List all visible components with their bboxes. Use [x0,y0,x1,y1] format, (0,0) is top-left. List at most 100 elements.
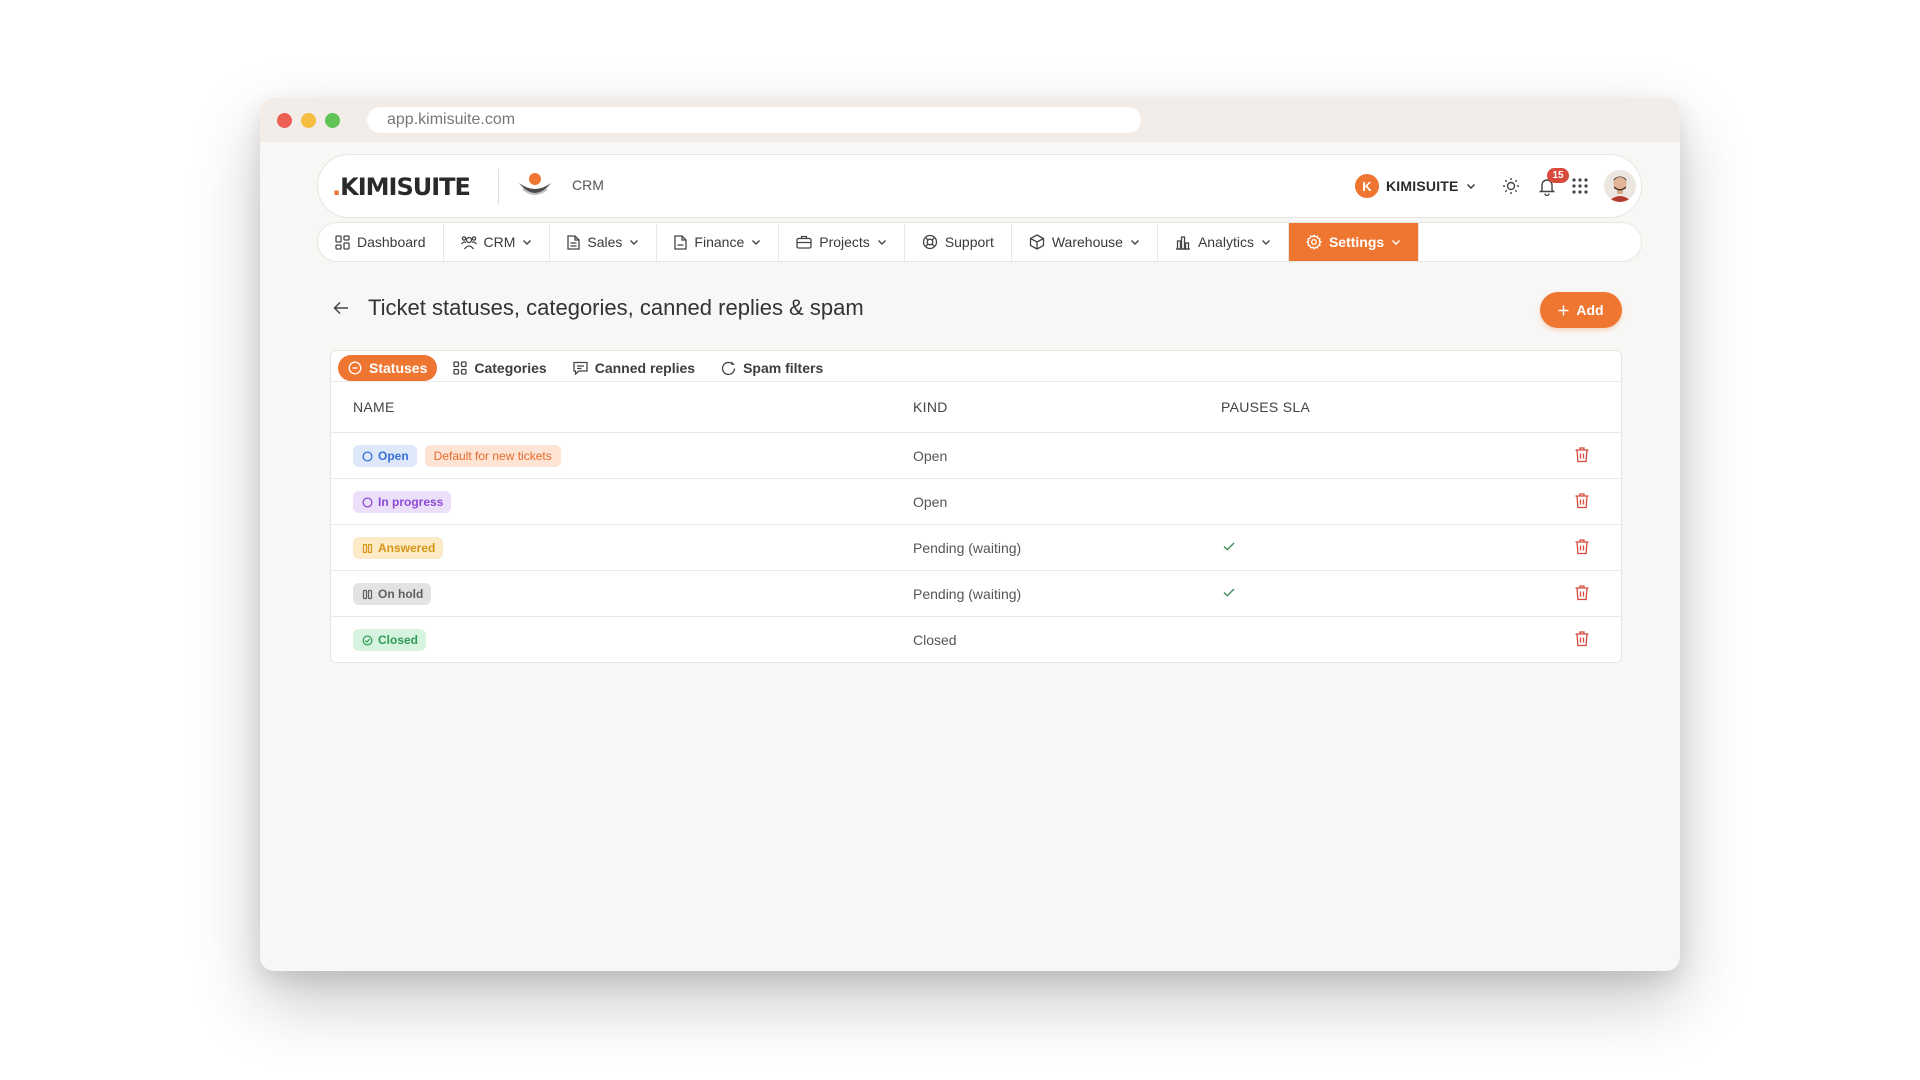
default-status-badge: Default for new tickets [424,445,561,467]
minimize-window-button[interactable] [301,113,316,128]
tab-spam-filters[interactable]: Spam filters [711,355,833,381]
table-row[interactable]: In progress Open [331,479,1621,525]
nav-label: Dashboard [357,234,426,250]
chevron-down-icon [523,240,532,245]
status-name-cell: On hold [353,583,432,605]
status-label: Open [378,449,409,463]
statuses-panel: Statuses Categories Canned replies Spam … [330,350,1622,663]
message-icon [573,361,588,375]
back-arrow-icon[interactable] [330,297,352,319]
nav-item-warehouse[interactable]: Warehouse [1012,223,1158,261]
pause-icon [362,589,373,599]
column-header-pauses-sla[interactable]: PAUSES SLA [1221,399,1310,415]
chevron-down-icon [1130,240,1139,245]
check-circle-icon [362,634,373,646]
notifications-bell-icon[interactable]: 15 [1535,168,1569,198]
pause-icon [362,543,373,553]
status-badge-answered[interactable]: Answered [353,537,444,559]
tab-categories[interactable]: Categories [443,355,556,381]
tab-statuses[interactable]: Statuses [338,355,438,381]
org-name: KIMISUITE [1386,178,1459,194]
nav-item-dashboard[interactable]: Dashboard [318,223,444,261]
chevron-down-icon [1392,240,1401,245]
chevron-down-icon [752,240,761,245]
maximize-window-button[interactable] [325,113,340,128]
nav-label: Analytics [1197,234,1254,250]
nav-item-crm[interactable]: CRM [444,223,551,261]
app-label: CRM [572,177,604,193]
dashboard-icon [335,234,350,250]
status-name-cell: Answered [353,537,444,559]
pauses-sla-check-icon [1221,538,1237,559]
column-header-kind[interactable]: KIND [913,399,948,415]
document-icon [567,234,581,250]
nav-item-sales[interactable]: Sales [550,223,658,261]
address-bar[interactable]: app.kimisuite.com [367,107,1141,133]
status-badge-closed[interactable]: Closed [353,629,427,651]
kind-cell: Pending (waiting) [913,540,1022,556]
nav-item-analytics[interactable]: Analytics [1158,223,1289,261]
user-avatar[interactable] [1604,170,1636,202]
nav-item-finance[interactable]: Finance [657,223,780,261]
delete-trash-icon[interactable] [1574,584,1590,606]
status-label: Closed [378,633,419,647]
nav-label: Finance [694,234,745,250]
theme-toggle-sun-icon[interactable] [1499,174,1523,198]
kind-cell: Open [913,448,948,464]
table-row[interactable]: Open Default for new tickets Open [331,433,1621,479]
apps-grid-icon[interactable] [1568,174,1592,198]
logo-text: KIMISUITE [340,173,471,201]
add-button-label: Add [1576,302,1604,318]
org-avatar: K [1355,174,1379,198]
nav-label: Sales [587,234,623,250]
chevron-down-icon [630,240,639,245]
status-badge-open[interactable]: Open [353,445,417,467]
kind-cell: Closed [913,632,957,648]
status-badge-on-hold[interactable]: On hold [353,583,432,605]
close-window-button[interactable] [277,113,292,128]
tab-label: Statuses [369,360,428,376]
spam-filter-icon [722,361,736,375]
pauses-sla-check-icon [1221,584,1237,605]
status-badge-in-progress[interactable]: In progress [353,491,452,513]
delete-trash-icon[interactable] [1574,492,1590,514]
table-row[interactable]: Answered Pending (waiting) [331,525,1621,571]
nav-item-support[interactable]: Support [905,223,1012,261]
file-icon [674,234,688,250]
kimisuite-logo[interactable]: .KIMISUITE [332,173,471,201]
delete-trash-icon[interactable] [1574,630,1590,652]
add-button[interactable]: Add [1540,292,1622,328]
chevron-down-icon [877,240,886,245]
bar-chart-icon [1175,235,1190,250]
table-row[interactable]: On hold Pending (waiting) [331,571,1621,617]
main-navigation: Dashboard CRM Sales Finance Projects Sup… [317,222,1642,262]
crm-app-icon [519,173,551,195]
chevron-down-icon [1261,240,1270,245]
delete-trash-icon[interactable] [1574,446,1590,468]
users-icon [460,235,477,249]
browser-titlebar: app.kimisuite.com [260,98,1680,142]
nav-label: Warehouse [1051,234,1123,250]
table-header: NAME KIND PAUSES SLA [331,381,1621,433]
tab-canned-replies[interactable]: Canned replies [563,355,705,381]
table-row[interactable]: Closed Closed [331,617,1621,663]
browser-window: app.kimisuite.com .KIMISUITE CRM K KIMIS… [260,98,1680,971]
delete-trash-icon[interactable] [1574,538,1590,560]
notification-count-badge: 15 [1547,168,1569,183]
nav-item-settings[interactable]: Settings [1288,223,1420,261]
column-header-name[interactable]: NAME [353,399,395,415]
page-header: Ticket statuses, categories, canned repl… [330,288,864,328]
grid-icon [453,361,468,375]
tab-label: Canned replies [594,360,696,376]
status-name-cell: In progress [353,491,452,513]
settings-tabs: Statuses Categories Canned replies Spam … [338,352,833,384]
plus-icon [1558,305,1569,315]
kind-cell: Open [913,494,948,510]
page-title: Ticket statuses, categories, canned repl… [368,295,864,320]
nav-item-projects[interactable]: Projects [779,223,905,261]
progress-circle-icon [362,496,373,508]
org-switcher[interactable]: K KIMISUITE [1355,173,1476,199]
tab-label: Spam filters [743,360,824,376]
tab-label: Categories [474,360,547,376]
status-label: Answered [378,541,436,555]
